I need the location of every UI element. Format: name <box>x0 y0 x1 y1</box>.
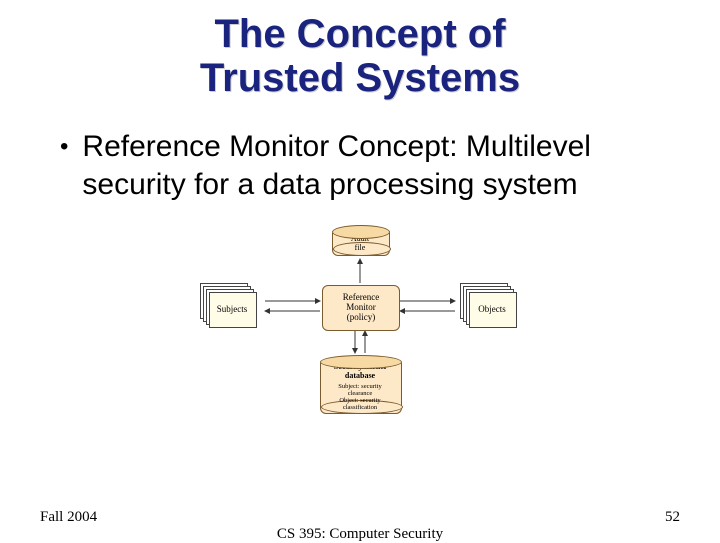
bullet-item: • Reference Monitor Concept: Multilevel … <box>60 128 660 203</box>
db-line2: database <box>345 371 375 380</box>
footer-term: Fall 2004 <box>40 509 97 526</box>
bullet-dot-icon: • <box>60 128 68 166</box>
audit-file-cylinder: Audit file <box>332 225 388 256</box>
db-sub1: Subject: security <box>338 383 382 390</box>
db-sub4: classification <box>343 404 377 411</box>
audit-line2: file <box>355 243 366 252</box>
subjects-stack: Subjects <box>200 283 256 327</box>
slide-title: The Concept of Trusted Systems <box>0 0 720 100</box>
footer-page: 52 <box>665 509 680 526</box>
db-sub2: clearance <box>348 390 373 397</box>
title-line-2: Trusted Systems <box>200 56 520 100</box>
reference-monitor-box: Reference Monitor (policy) <box>322 285 400 331</box>
objects-stack: Objects <box>460 283 516 327</box>
subjects-label: Subjects <box>209 292 255 326</box>
reference-monitor-diagram: Subjects Objects Reference Monitor (poli… <box>180 219 540 419</box>
objects-label: Objects <box>469 292 515 326</box>
title-line-1: The Concept of <box>214 12 505 56</box>
rm-line3: (policy) <box>347 313 376 323</box>
security-kernel-db-cylinder: Security kernel database Subject: securi… <box>320 355 400 414</box>
db-sub3: Object: security <box>339 397 380 404</box>
bullet-text: Reference Monitor Concept: Multilevel se… <box>82 128 660 203</box>
bullet-list: • Reference Monitor Concept: Multilevel … <box>0 128 720 203</box>
